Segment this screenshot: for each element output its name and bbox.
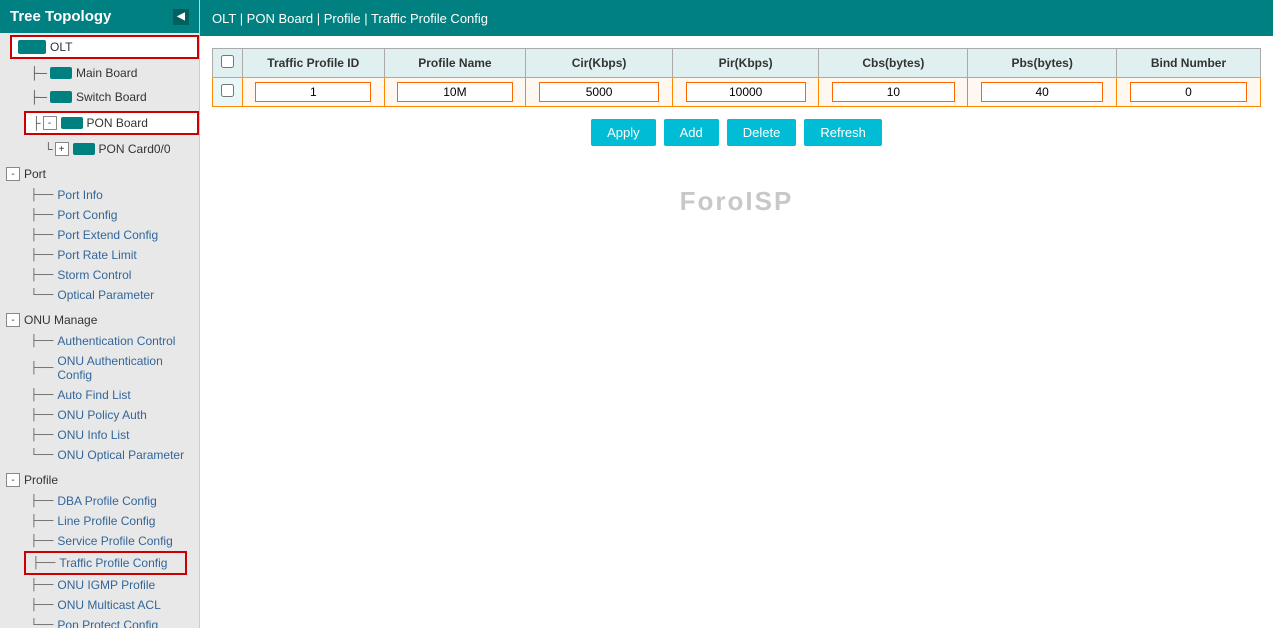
delete-button[interactable]: Delete [727, 119, 797, 146]
cell-bind-number [1116, 78, 1260, 107]
tree-olt-node: OLT [0, 33, 199, 61]
port-section-label: Port [24, 167, 46, 181]
sidebar: Tree Topology ◀ OLT ├─ Main Board ├─ Swi… [0, 0, 200, 628]
onu-section-header[interactable]: - ONU Manage [0, 309, 199, 331]
sidebar-item-onu-igmp-profile[interactable]: ├──ONU IGMP Profile [24, 575, 199, 595]
cell-pbs-bytes [968, 78, 1117, 107]
cell-profile-name [384, 78, 526, 107]
add-button[interactable]: Add [664, 119, 719, 146]
tree-main-board-node: ├─ Main Board [0, 61, 199, 85]
tree-pon-board-item[interactable]: ├ - PON Board [24, 111, 199, 135]
main-board-label: Main Board [76, 66, 137, 80]
col-header-cbs-bytes: Cbs(bytes) [819, 49, 968, 78]
sidebar-item-port-config[interactable]: ├──Port Config [24, 205, 199, 225]
cell-cbs-bytes [819, 78, 968, 107]
traffic-profile-table: Traffic Profile ID Profile Name Cir(Kbps… [212, 48, 1261, 107]
cell-pir-kbps [672, 78, 819, 107]
onu-section-expander[interactable]: - [6, 313, 20, 327]
sidebar-item-port-extend-config[interactable]: ├──Port Extend Config [24, 225, 199, 245]
sidebar-item-onu-auth-config[interactable]: ├──ONU Authentication Config [24, 351, 199, 385]
main-board-icon [50, 67, 72, 79]
sidebar-item-onu-multicast-acl[interactable]: ├──ONU Multicast ACL [24, 595, 199, 615]
olt-label: OLT [50, 40, 72, 54]
apply-button[interactable]: Apply [591, 119, 656, 146]
main-content: OLT | PON Board | Profile | Traffic Prof… [200, 0, 1273, 628]
tree-olt-item[interactable]: OLT [10, 35, 199, 59]
pon-board-icon [61, 117, 83, 129]
sidebar-item-dba-profile[interactable]: ├──DBA Profile Config [24, 491, 199, 511]
breadcrumb: OLT | PON Board | Profile | Traffic Prof… [200, 0, 1273, 36]
breadcrumb-text: OLT | PON Board | Profile | Traffic Prof… [212, 11, 488, 26]
table-row [213, 78, 1261, 107]
onu-section-label: ONU Manage [24, 313, 97, 327]
input-profile-name[interactable] [397, 82, 513, 102]
pon-card-icon [73, 143, 95, 155]
port-section: - Port ├──Port Info ├──Port Config ├──Po… [0, 161, 199, 307]
pon-card-expander[interactable]: + [55, 142, 69, 156]
sidebar-item-port-info[interactable]: ├──Port Info [24, 185, 199, 205]
refresh-button[interactable]: Refresh [804, 119, 882, 146]
tree-switch-board-item[interactable]: ├─ Switch Board [24, 87, 199, 107]
tree-pon-card-item[interactable]: └ + PON Card0/0 [38, 139, 199, 159]
pon-board-expander[interactable]: - [43, 116, 57, 130]
onu-section: - ONU Manage ├──Authentication Control ├… [0, 307, 199, 467]
port-section-expander[interactable]: - [6, 167, 20, 181]
profile-section-header[interactable]: - Profile [0, 469, 199, 491]
col-header-pbs-bytes: Pbs(bytes) [968, 49, 1117, 78]
input-bind-number[interactable] [1130, 82, 1248, 102]
input-cbs-bytes[interactable] [832, 82, 954, 102]
input-pbs-bytes[interactable] [981, 82, 1103, 102]
tree-pon-board-node: ├ - PON Board [0, 109, 199, 137]
sidebar-item-auth-control[interactable]: ├──Authentication Control [24, 331, 199, 351]
col-header-bind-number: Bind Number [1116, 49, 1260, 78]
row-checkbox[interactable] [221, 84, 234, 97]
tree-switch-board-node: ├─ Switch Board [0, 85, 199, 109]
collapse-sidebar-button[interactable]: ◀ [173, 9, 189, 25]
col-header-cir-kbps: Cir(Kbps) [526, 49, 673, 78]
watermark: ForoISP [212, 146, 1261, 257]
sidebar-item-traffic-profile[interactable]: ├──Traffic Profile Config [24, 551, 187, 575]
select-all-checkbox[interactable] [221, 55, 234, 68]
table-container: Traffic Profile ID Profile Name Cir(Kbps… [212, 48, 1261, 107]
sidebar-item-service-profile[interactable]: ├──Service Profile Config [24, 531, 199, 551]
tree-pon-card-node: └ + PON Card0/0 [0, 137, 199, 161]
sidebar-item-pon-protect-config[interactable]: └──Pon Protect Config [24, 615, 199, 628]
cell-cir-kbps [526, 78, 673, 107]
sidebar-item-port-rate-limit[interactable]: ├──Port Rate Limit [24, 245, 199, 265]
sidebar-item-onu-optical-param[interactable]: └──ONU Optical Parameter [24, 445, 199, 465]
sidebar-item-onu-policy-auth[interactable]: ├──ONU Policy Auth [24, 405, 199, 425]
content-area: Traffic Profile ID Profile Name Cir(Kbps… [200, 36, 1273, 628]
col-header-traffic-profile-id: Traffic Profile ID [243, 49, 385, 78]
pon-card-label: PON Card0/0 [99, 142, 171, 156]
action-buttons: Apply Add Delete Refresh [212, 119, 1261, 146]
port-items-container: ├──Port Info ├──Port Config ├──Port Exte… [0, 185, 199, 305]
sidebar-item-onu-info-list[interactable]: ├──ONU Info List [24, 425, 199, 445]
tree-main-board-item[interactable]: ├─ Main Board [24, 63, 199, 83]
cell-traffic-profile-id [243, 78, 385, 107]
profile-section-label: Profile [24, 473, 58, 487]
sidebar-item-optical-parameter[interactable]: └──Optical Parameter [24, 285, 199, 305]
olt-icon [18, 40, 46, 54]
sidebar-item-line-profile[interactable]: ├──Line Profile Config [24, 511, 199, 531]
watermark-text: ForoISP [680, 186, 794, 217]
pon-board-label: PON Board [87, 116, 148, 130]
sidebar-title: Tree Topology [10, 8, 111, 25]
row-checkbox-cell [213, 78, 243, 107]
sidebar-item-auto-find-list[interactable]: ├──Auto Find List [24, 385, 199, 405]
profile-section-expander[interactable]: - [6, 473, 20, 487]
col-header-checkbox [213, 49, 243, 78]
col-header-pir-kbps: Pir(Kbps) [672, 49, 819, 78]
onu-items-container: ├──Authentication Control ├──ONU Authent… [0, 331, 199, 465]
switch-board-icon [50, 91, 72, 103]
profile-items-container: ├──DBA Profile Config ├──Line Profile Co… [0, 491, 199, 628]
sidebar-item-storm-control[interactable]: ├──Storm Control [24, 265, 199, 285]
col-header-profile-name: Profile Name [384, 49, 526, 78]
profile-section: - Profile ├──DBA Profile Config ├──Line … [0, 467, 199, 628]
input-traffic-profile-id[interactable] [255, 82, 371, 102]
sidebar-header: Tree Topology ◀ [0, 0, 199, 33]
input-pir-kbps[interactable] [686, 82, 806, 102]
input-cir-kbps[interactable] [539, 82, 659, 102]
port-section-header[interactable]: - Port [0, 163, 199, 185]
switch-board-label: Switch Board [76, 90, 147, 104]
